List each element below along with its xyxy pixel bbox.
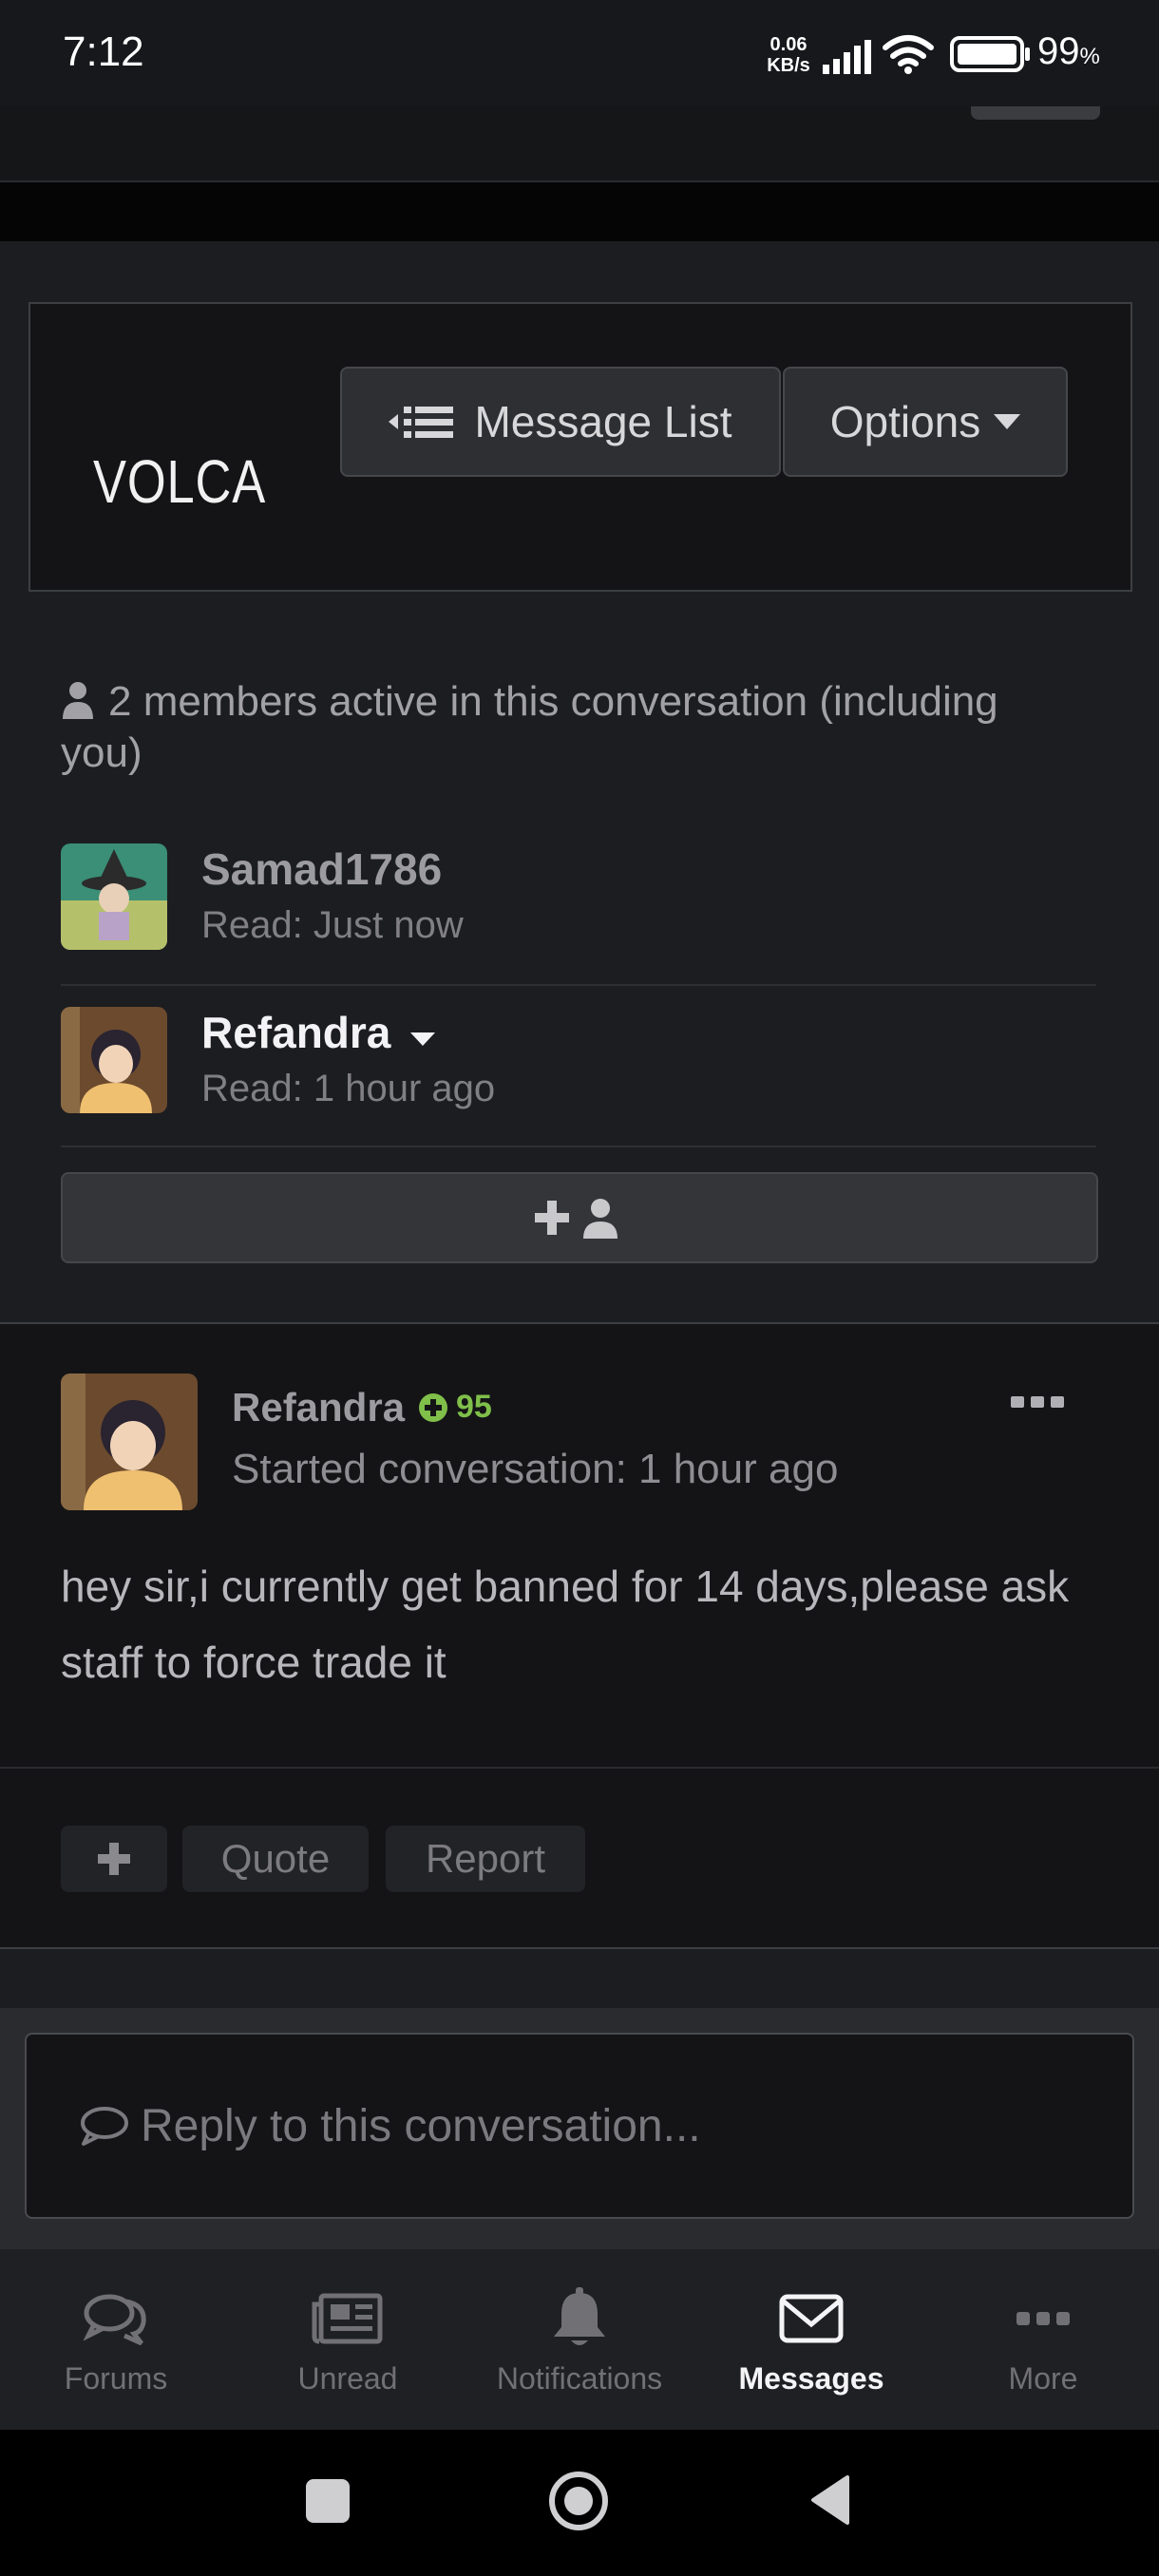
author-avatar[interactable] (61, 1373, 198, 1510)
plus-circle-icon (419, 1392, 447, 1422)
envelope-icon (779, 2294, 844, 2343)
caret-down-icon (994, 414, 1021, 429)
report-button[interactable]: Report (386, 1826, 585, 1892)
options-label: Options (829, 397, 981, 446)
message-timestamp: Started conversation: 1 hour ago (232, 1446, 839, 1492)
member-row[interactable]: Samad1786 Read: Just now (61, 821, 1096, 982)
message-list-label: Message List (474, 397, 732, 446)
react-button[interactable] (61, 1826, 167, 1892)
network-speed: 0.06 KB/s (767, 34, 810, 76)
divider (0, 1767, 1159, 1769)
more-icon (1016, 2312, 1070, 2325)
message-list-button[interactable]: Message List (340, 367, 781, 477)
member-name[interactable]: Refandra (201, 1007, 436, 1058)
bottom-navigation: Forums Unread Notifications Messages Mor… (0, 2249, 1159, 2430)
caret-down-icon[interactable] (410, 1032, 436, 1048)
plus-icon (98, 1843, 130, 1875)
options-button[interactable]: Options (783, 367, 1068, 477)
back-button[interactable] (808, 2473, 851, 2527)
person-icon (63, 682, 93, 719)
reputation-badge: 95 (418, 1389, 492, 1426)
nav-unread[interactable]: Unread (232, 2249, 464, 2430)
section-separator (0, 182, 1159, 241)
bell-icon (554, 2287, 605, 2345)
member-name[interactable]: Samad1786 (201, 843, 442, 895)
invite-member-button[interactable] (61, 1172, 1098, 1263)
add-user-icon (535, 1199, 618, 1239)
status-time: 7:12 (63, 28, 144, 75)
comment-icon (81, 2107, 128, 2146)
message-author[interactable]: Refandra (232, 1385, 405, 1430)
forums-icon (83, 2294, 146, 2345)
nav-messages[interactable]: Messages (695, 2249, 927, 2430)
reply-input[interactable]: Reply to this conversation... (25, 2033, 1134, 2219)
member-row[interactable]: Refandra Read: 1 hour ago (61, 984, 1096, 1146)
message-body: hey sir,i currently get banned for 14 da… (61, 1562, 1070, 1687)
avatar[interactable] (61, 1007, 167, 1113)
newspaper-icon (312, 2293, 383, 2344)
signal-icon (823, 40, 871, 74)
avatar[interactable] (61, 843, 167, 950)
battery-percent: 99% (1037, 30, 1100, 72)
recent-apps-button[interactable] (306, 2479, 350, 2523)
nav-more[interactable]: More (927, 2249, 1159, 2430)
more-options-icon[interactable] (1011, 1394, 1064, 1410)
quote-button[interactable]: Quote (182, 1826, 369, 1892)
home-button[interactable] (547, 2470, 610, 2532)
active-members-summary: 2 members active in this conversation (i… (61, 678, 998, 776)
conversation-title: VOLCA (93, 447, 267, 516)
battery-icon (950, 36, 1030, 72)
nav-notifications[interactable]: Notifications (464, 2249, 695, 2430)
nav-forums[interactable]: Forums (0, 2249, 232, 2430)
reply-placeholder: Reply to this conversation... (141, 2100, 701, 2151)
member-read-status: Read: 1 hour ago (201, 1068, 496, 1109)
header-button-edge[interactable] (971, 106, 1100, 120)
member-read-status: Read: Just now (201, 904, 464, 946)
list-back-icon (389, 407, 454, 438)
wifi-icon (883, 35, 934, 74)
divider (61, 1146, 1096, 1147)
